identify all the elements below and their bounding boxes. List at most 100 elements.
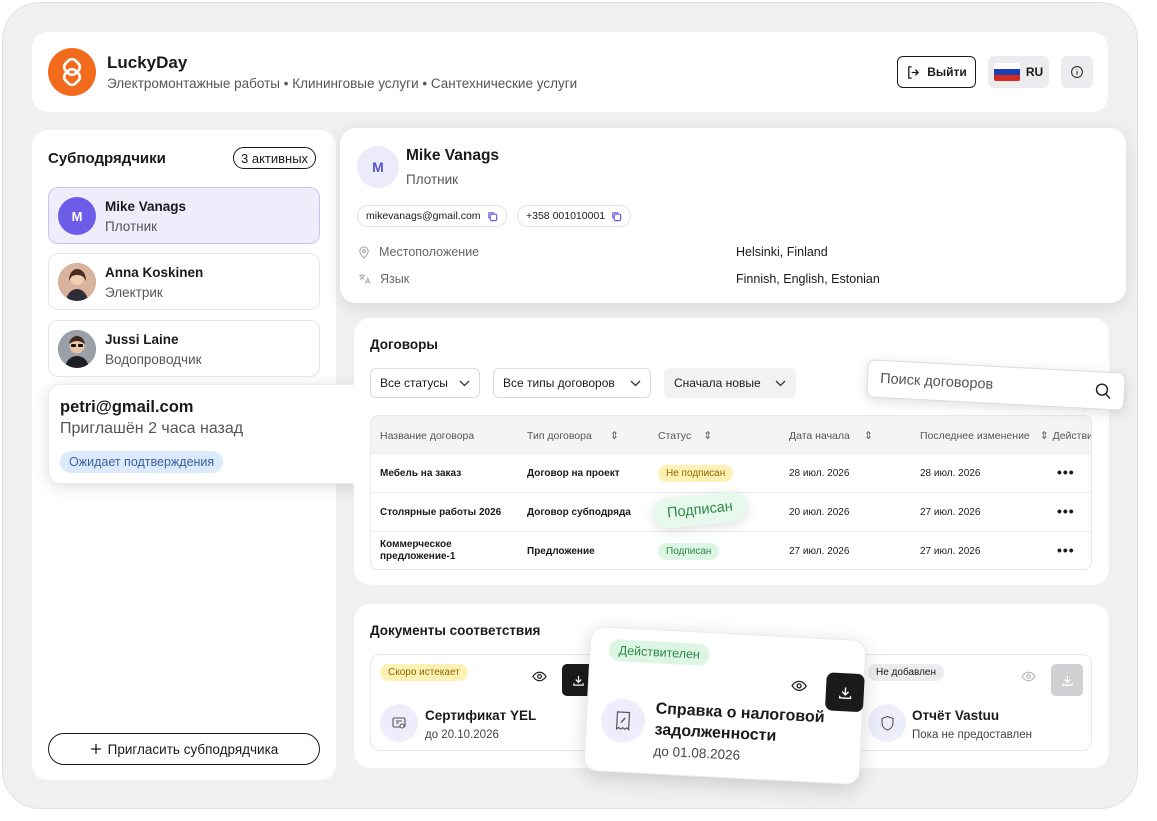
view-document-button[interactable]: [791, 679, 808, 692]
contract-name: Коммерческое предложение-1: [380, 539, 456, 562]
subcontractor-name: Anna Koskinen: [105, 265, 204, 280]
download-icon: [1061, 675, 1073, 686]
brand-logo: [48, 48, 96, 96]
plus-icon: [90, 744, 101, 754]
phone-text: +358 001010001: [526, 210, 606, 222]
table-row[interactable]: Мебель на заказ Договор на проект Не под…: [371, 454, 1091, 493]
phone-chip[interactable]: +358 001010001: [517, 205, 632, 227]
document-title: Справка о налоговой задолженности: [654, 700, 825, 745]
download-button[interactable]: [824, 672, 865, 713]
table-header: Название договора Тип договора ⇕ Статус ⇕ …: [371, 416, 1091, 454]
status-filter-select[interactable]: Все статусы: [370, 368, 480, 398]
contract-type-filter-select[interactable]: Все типы договоров: [493, 368, 651, 398]
invite-time: Приглашён 2 часа назад: [60, 420, 244, 437]
view-document-button[interactable]: [532, 671, 547, 682]
subcontractor-role: Водопроводчик: [105, 352, 202, 367]
eye-icon: [791, 680, 807, 691]
invite-email: petri@gmail.com: [60, 398, 194, 416]
contract-name: Мебель на заказ: [380, 468, 462, 479]
document-expiry: Пока не предоставлен: [912, 729, 1032, 741]
logout-label: Выйти: [927, 65, 967, 79]
copy-icon[interactable]: [487, 211, 498, 222]
chevron-down-icon: [459, 380, 470, 386]
contracts-title: Договоры: [370, 337, 438, 352]
row-actions-button[interactable]: •••: [1057, 542, 1075, 558]
sidebar-item-anna-koskinen[interactable]: Anna Koskinen Электрик: [48, 253, 320, 310]
eye-icon: [1021, 671, 1036, 682]
status-badge: Действителен: [608, 638, 711, 667]
column-header[interactable]: Тип договора ⇕: [527, 430, 619, 442]
status-badge: Не добавлен: [868, 664, 945, 681]
sort-icon: ⇕: [609, 430, 619, 442]
sort-icon: ⇕: [863, 430, 873, 442]
language-label: RU: [1025, 65, 1044, 79]
active-count-badge: 3 активных: [233, 147, 317, 169]
search-placeholder: Поиск договоров: [879, 370, 994, 393]
logo-icon: [62, 57, 82, 87]
pending-invite-card[interactable]: petri@gmail.com Приглашён 2 часа назад О…: [48, 384, 370, 484]
profile-name: Mike Vanags: [406, 147, 500, 164]
column-header[interactable]: Статус ⇕: [658, 430, 712, 442]
document-title: Отчёт Vastuu: [912, 708, 1000, 723]
docs-title: Документы соответствия: [370, 623, 541, 638]
logout-icon: [908, 65, 920, 79]
info-icon: [1071, 66, 1083, 78]
row-actions-button[interactable]: •••: [1057, 464, 1075, 480]
column-header[interactable]: Последнее изменение⇕Действия: [920, 430, 1091, 442]
contract-type: Договор субподряда: [527, 507, 631, 518]
subcontractor-name: Mike Vanags: [105, 199, 187, 214]
sort-select[interactable]: Сначала новые: [664, 368, 796, 398]
view-document-button[interactable]: [1021, 671, 1036, 682]
contract-type: Предложение: [527, 546, 595, 557]
contract-name: Столярные работы 2026: [380, 507, 502, 518]
row-actions-button[interactable]: •••: [1057, 503, 1075, 519]
last-changed: 27 июл. 2026: [920, 507, 981, 518]
start-date: 20 июл. 2026: [789, 507, 850, 518]
subcontractor-role: Электрик: [105, 285, 163, 300]
invite-subcontractor-button[interactable]: Пригласить субподрядчика: [48, 733, 320, 765]
download-icon: [838, 686, 851, 699]
contract-type: Договор на проект: [527, 468, 620, 479]
download-icon: [572, 675, 584, 686]
profile-card: M Mike Vanags Плотник mikevanags@gmail.c…: [340, 128, 1126, 303]
sidebar-item-mike-vanags[interactable]: M Mike Vanags Плотник: [48, 187, 320, 244]
highlighted-document-card[interactable]: Действителен Справка о налоговой задолже…: [583, 625, 867, 786]
avatar: M: [58, 197, 96, 235]
subcontractor-name: Jussi Laine: [105, 332, 179, 347]
sidebar-title: Субподрядчики: [48, 150, 166, 167]
sidebar-item-jussi-laine[interactable]: Jussi Laine Водопроводчик: [48, 320, 320, 377]
eye-icon: [532, 671, 547, 682]
subcontractor-role: Плотник: [105, 219, 158, 234]
email-chip[interactable]: mikevanags@gmail.com: [357, 205, 507, 227]
brand-subtitle: Электромонтажные работы • Клининговые ус…: [107, 76, 578, 91]
sort-icon: ⇕: [1039, 430, 1049, 442]
email-text: mikevanags@gmail.com: [366, 210, 481, 222]
location-label: Местоположение: [358, 245, 479, 259]
start-date: 27 июл. 2026: [789, 546, 850, 557]
document-expiry: до 20.10.2026: [425, 729, 499, 741]
language-label: Язык: [358, 272, 409, 286]
search-icon: [1095, 382, 1111, 399]
table-row[interactable]: Коммерческое предложение-1 Предложение П…: [371, 532, 1091, 569]
translate-icon: [358, 274, 371, 284]
invite-label: Пригласить субподрядчика: [107, 741, 279, 757]
column-header[interactable]: Название договора: [380, 430, 474, 442]
logout-button[interactable]: Выйти: [897, 56, 976, 88]
profile-role: Плотник: [406, 172, 459, 187]
russia-flag-icon: [993, 63, 1020, 81]
copy-icon[interactable]: [611, 211, 622, 222]
shield-icon: [868, 704, 906, 742]
language-button[interactable]: RU: [988, 56, 1049, 88]
download-button[interactable]: [1051, 664, 1083, 696]
last-changed: 27 июл. 2026: [920, 546, 981, 557]
document-expiry: до 01.08.2026: [653, 743, 741, 763]
status-badge: Не подписан: [658, 465, 734, 482]
status-badge: Ожидает подтверждения: [60, 451, 224, 473]
contracts-section: Договоры Все статусы Все типы договоров …: [354, 318, 1109, 585]
avatar: M: [357, 146, 399, 188]
sort-icon: ⇕: [703, 430, 713, 442]
certificate-icon: [380, 704, 418, 742]
column-header[interactable]: Дата начала ⇕: [789, 430, 873, 442]
avatar-photo: [58, 330, 96, 368]
info-button[interactable]: [1061, 56, 1093, 88]
